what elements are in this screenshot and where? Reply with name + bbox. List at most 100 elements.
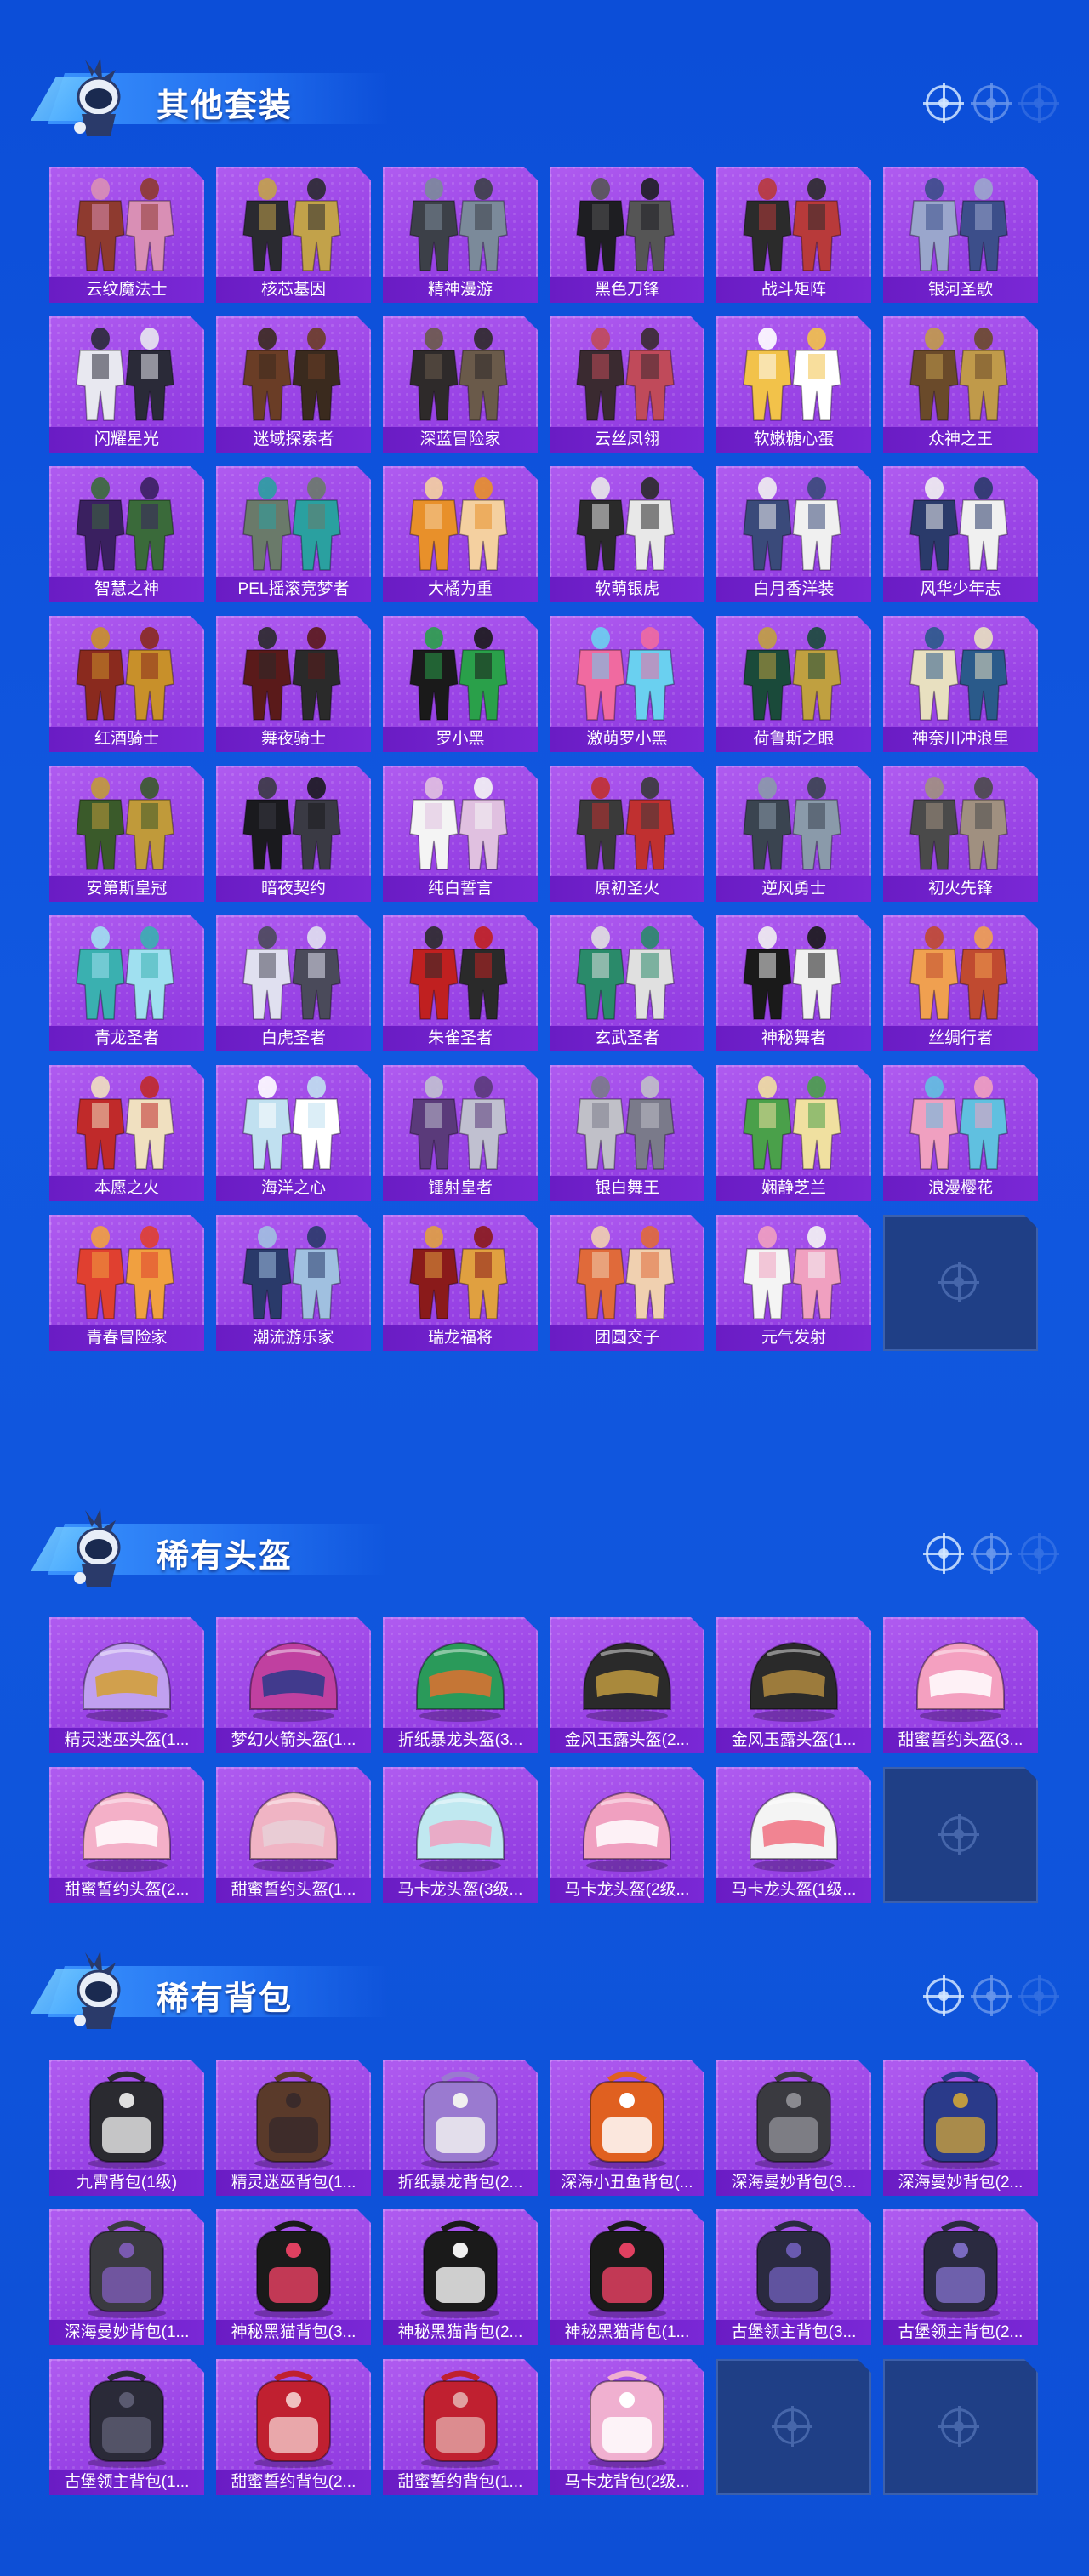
- outfit-card[interactable]: 白月香洋装: [716, 466, 871, 602]
- outfit-card[interactable]: 浪漫樱花: [883, 1065, 1038, 1201]
- outfit-image: [550, 1069, 704, 1176]
- helmet-card[interactable]: 马卡龙头盔(1级...: [716, 1767, 871, 1903]
- outfit-card[interactable]: 罗小黑: [383, 616, 538, 752]
- crosshair-icon: [941, 2408, 977, 2444]
- outfit-card[interactable]: 大橘为重: [383, 466, 538, 602]
- helmet-card[interactable]: 甜蜜誓约头盔(2...: [49, 1767, 204, 1903]
- helmet-image: [216, 1770, 371, 1878]
- outfit-card[interactable]: 荷鲁斯之眼: [716, 616, 871, 752]
- item-name: 精灵迷巫头盔(1...: [49, 1728, 204, 1753]
- backpack-card[interactable]: 深海小丑鱼背包(...: [550, 2060, 704, 2196]
- backpack-card[interactable]: 深海曼妙背包(2...: [883, 2060, 1038, 2196]
- item-name: 本愿之火: [49, 1176, 204, 1201]
- backpack-card[interactable]: 古堡领主背包(1...: [49, 2359, 204, 2495]
- outfit-card[interactable]: PEL摇滚竞梦者: [216, 466, 371, 602]
- outfit-card[interactable]: 战斗矩阵: [716, 167, 871, 303]
- backpack-card[interactable]: 深海曼妙背包(1...: [49, 2209, 204, 2345]
- outfit-card[interactable]: 黑色刀锋: [550, 167, 704, 303]
- outfit-image: [49, 470, 204, 577]
- backpack-card[interactable]: 古堡领主背包(3...: [716, 2209, 871, 2345]
- crosshair-icon: [1018, 83, 1059, 123]
- outfit-card[interactable]: 软嫩糖心蛋: [716, 316, 871, 453]
- outfit-card[interactable]: 纯白誓言: [383, 766, 538, 902]
- outfit-card[interactable]: 青春冒险家: [49, 1215, 204, 1351]
- outfit-card[interactable]: 青龙圣者: [49, 915, 204, 1051]
- item-name: 古堡领主背包(1...: [49, 2470, 204, 2495]
- outfit-card[interactable]: 逆风勇士: [716, 766, 871, 902]
- backpack-image: [383, 2362, 538, 2470]
- item-name: 核芯基因: [216, 277, 371, 303]
- item-name: 黑色刀锋: [550, 277, 704, 303]
- item-name: 白虎圣者: [216, 1026, 371, 1051]
- backpack-card[interactable]: 精灵迷巫背包(1...: [216, 2060, 371, 2196]
- backpack-image: [49, 2213, 204, 2320]
- backpack-card[interactable]: 神秘黑猫背包(3...: [216, 2209, 371, 2345]
- crosshair-dot: [986, 98, 996, 108]
- outfit-card[interactable]: 团圆交子: [550, 1215, 704, 1351]
- outfit-card[interactable]: 神奈川冲浪里: [883, 616, 1038, 752]
- outfit-card[interactable]: 风华少年志: [883, 466, 1038, 602]
- outfit-card[interactable]: 众神之王: [883, 316, 1038, 453]
- outfit-card[interactable]: 暗夜契约: [216, 766, 371, 902]
- helmet-card[interactable]: 折纸暴龙头盔(3...: [383, 1617, 538, 1753]
- item-name: 激萌罗小黑: [550, 727, 704, 752]
- outfit-card[interactable]: 瑞龙福将: [383, 1215, 538, 1351]
- outfit-card[interactable]: 迷域探索者: [216, 316, 371, 453]
- outfit-card[interactable]: 银河圣歌: [883, 167, 1038, 303]
- crosshair-icon: [941, 1264, 977, 1300]
- helmet-card[interactable]: 马卡龙头盔(3级...: [383, 1767, 538, 1903]
- helmet-card[interactable]: 甜蜜誓约头盔(1...: [216, 1767, 371, 1903]
- outfit-card[interactable]: 玄武圣者: [550, 915, 704, 1051]
- backpack-card[interactable]: 甜蜜誓约背包(1...: [383, 2359, 538, 2495]
- outfit-card[interactable]: 丝绸行者: [883, 915, 1038, 1051]
- outfit-card[interactable]: 软萌银虎: [550, 466, 704, 602]
- helmet-card[interactable]: 马卡龙头盔(2级...: [550, 1767, 704, 1903]
- helmet-card[interactable]: 梦幻火箭头盔(1...: [216, 1617, 371, 1753]
- backpack-image: [216, 2362, 371, 2470]
- item-name: 折纸暴龙头盔(3...: [383, 1728, 538, 1753]
- backpack-card[interactable]: 甜蜜誓约背包(2...: [216, 2359, 371, 2495]
- backpack-card[interactable]: 神秘黑猫背包(2...: [383, 2209, 538, 2345]
- outfit-image: [550, 919, 704, 1026]
- outfit-card[interactable]: 娴静芝兰: [716, 1065, 871, 1201]
- outfit-card[interactable]: 闪耀星光: [49, 316, 204, 453]
- outfit-image: [716, 1069, 871, 1176]
- outfit-card[interactable]: 激萌罗小黑: [550, 616, 704, 752]
- outfit-card[interactable]: 元气发射: [716, 1215, 871, 1351]
- outfit-card[interactable]: 海洋之心: [216, 1065, 371, 1201]
- outfit-card[interactable]: 核芯基因: [216, 167, 371, 303]
- outfit-card[interactable]: 红酒骑士: [49, 616, 204, 752]
- backpack-card[interactable]: 古堡领主背包(2...: [883, 2209, 1038, 2345]
- outfit-card[interactable]: 神秘舞者: [716, 915, 871, 1051]
- crosshair-icon: [774, 2408, 810, 2444]
- backpack-card[interactable]: 神秘黑猫背包(1...: [550, 2209, 704, 2345]
- outfit-card[interactable]: 云纹魔法士: [49, 167, 204, 303]
- outfit-card[interactable]: 白虎圣者: [216, 915, 371, 1051]
- outfit-card[interactable]: 舞夜骑士: [216, 616, 371, 752]
- backpack-card[interactable]: 马卡龙背包(2级...: [550, 2359, 704, 2495]
- outfit-card[interactable]: 潮流游乐家: [216, 1215, 371, 1351]
- outfit-card[interactable]: 初火先锋: [883, 766, 1038, 902]
- helmet-card[interactable]: 精灵迷巫头盔(1...: [49, 1617, 204, 1753]
- outfit-card[interactable]: 精神漫游: [383, 167, 538, 303]
- helmet-image: [716, 1621, 871, 1728]
- outfit-card[interactable]: 朱雀圣者: [383, 915, 538, 1051]
- backpack-card[interactable]: 折纸暴龙背包(2...: [383, 2060, 538, 2196]
- outfit-card[interactable]: 深蓝冒险家: [383, 316, 538, 453]
- helmet-card[interactable]: 金风玉露头盔(2...: [550, 1617, 704, 1753]
- outfit-card[interactable]: 本愿之火: [49, 1065, 204, 1201]
- outfit-card[interactable]: 原初圣火: [550, 766, 704, 902]
- helmet-card[interactable]: 金风玉露头盔(1...: [716, 1617, 871, 1753]
- helmet-card[interactable]: 甜蜜誓约头盔(3...: [883, 1617, 1038, 1753]
- item-name: 神秘黑猫背包(1...: [550, 2320, 704, 2345]
- outfit-image: [716, 1218, 871, 1325]
- backpack-image: [216, 2063, 371, 2170]
- outfit-card[interactable]: 银白舞王: [550, 1065, 704, 1201]
- backpack-card[interactable]: 深海曼妙背包(3...: [716, 2060, 871, 2196]
- outfit-card[interactable]: 安第斯皇冠: [49, 766, 204, 902]
- outfit-card[interactable]: 智慧之神: [49, 466, 204, 602]
- outfit-card[interactable]: 镭射皇者: [383, 1065, 538, 1201]
- outfit-card[interactable]: 云丝凤翎: [550, 316, 704, 453]
- helmet-image: [383, 1770, 538, 1878]
- backpack-card[interactable]: 九霄背包(1级): [49, 2060, 204, 2196]
